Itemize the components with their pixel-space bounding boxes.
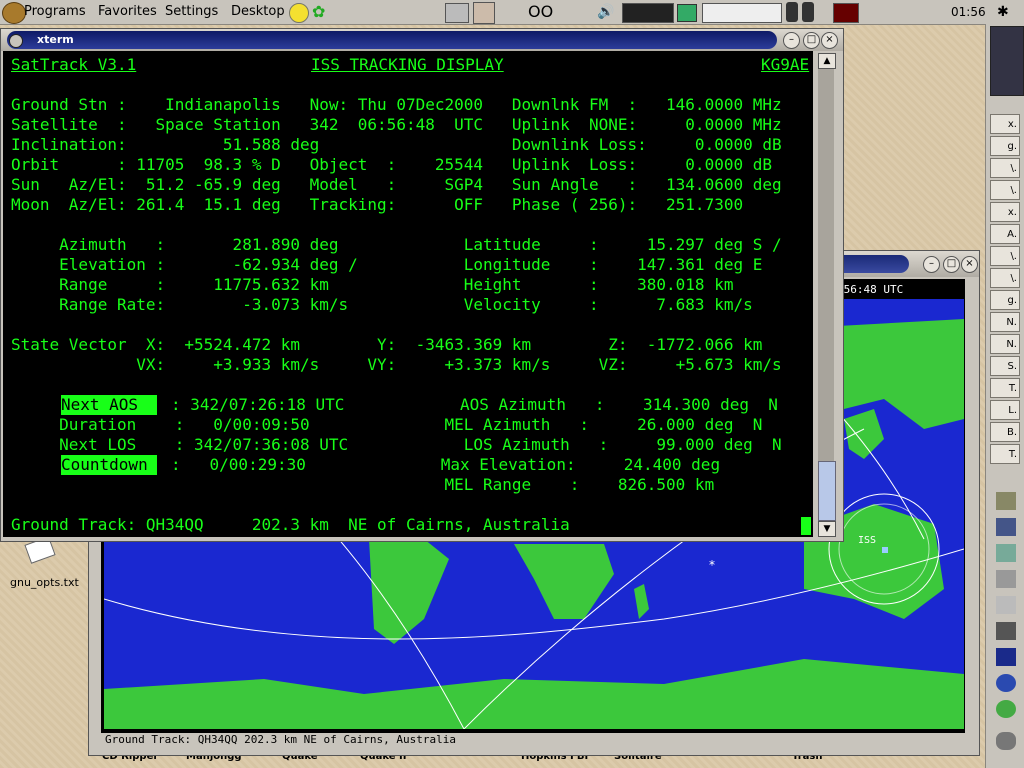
status-line-orbit: Orbit : 11705 98.3 % D Object : 25544 Up…	[11, 155, 772, 174]
map-ground-track-status: Ground Track: QH34QQ 202.3 km NE of Cair…	[105, 733, 456, 746]
xterm-window: xterm – □ × SatTrack V3.1 ISS TRACKING D…	[0, 28, 844, 542]
dock-task-4[interactable]: \.	[990, 180, 1020, 200]
position-line-range-rate: Range Rate: -3.073 km/s Velocity : 7.683…	[11, 295, 753, 314]
scroll-down-icon[interactable]: ▼	[818, 521, 836, 537]
next-los-line: Next LOS : 342/07:36:08 UTC LOS Azimuth …	[11, 435, 782, 454]
desktop-menu[interactable]: Desktop	[231, 4, 285, 19]
xterm-titlebar[interactable]: xterm – □ ×	[1, 29, 843, 51]
monitor-icon[interactable]	[677, 4, 697, 22]
desktop-icon-gnu-opts[interactable]: gnu_opts.txt	[10, 536, 79, 589]
scroll-up-icon[interactable]: ▲	[818, 53, 836, 69]
display-title: ISS TRACKING DISPLAY	[311, 55, 504, 74]
xterm-title-pill[interactable]	[7, 31, 777, 49]
launcher-icon-6[interactable]	[996, 622, 1016, 640]
status-line-moon: Moon Az/El: 261.4 15.1 deg Tracking: OFF…	[11, 195, 744, 214]
minimize-icon[interactable]: –	[923, 256, 940, 273]
bug-icon[interactable]: ✱	[997, 4, 1009, 20]
volume-icon[interactable]: 🔊	[597, 3, 615, 21]
window-menu-icon[interactable]	[9, 34, 23, 48]
countdown-label: Countdown	[61, 455, 158, 475]
dock-task-15[interactable]: B.	[990, 422, 1020, 442]
launcher-icon-9[interactable]	[996, 700, 1016, 718]
traffic-light-icon	[786, 2, 798, 22]
smiley-icon[interactable]	[289, 3, 309, 23]
dock-task-9[interactable]: g.	[990, 290, 1020, 310]
state-vector-velocity: VX: +3.933 km/s VY: +3.373 km/s VZ: +5.6…	[11, 355, 782, 374]
scrollbar-thumb[interactable]	[818, 461, 836, 521]
dock-task-1[interactable]: x.	[990, 114, 1020, 134]
launcher-icon-1[interactable]	[996, 492, 1016, 510]
next-aos-label: Next AOS	[61, 395, 158, 415]
scrollbar-track[interactable]	[818, 69, 834, 519]
dock-task-3[interactable]: \.	[990, 158, 1020, 178]
traffic-light-icon-2	[802, 2, 814, 22]
position-line-range: Range : 11775.632 km Height : 380.018 km	[11, 275, 734, 294]
status-line-ground-station: Ground Stn : Indianapolis Now: Thu 07Dec…	[11, 95, 782, 114]
launcher-icon-3[interactable]	[996, 544, 1016, 562]
maximize-icon[interactable]: □	[943, 256, 960, 273]
position-line-azimuth: Azimuth : 281.890 deg Latitude : 15.297 …	[11, 235, 782, 254]
state-vector-position: State Vector X: +5524.472 km Y: -3463.36…	[11, 335, 763, 354]
trash-icon[interactable]	[996, 732, 1016, 750]
pager-thumbnail[interactable]	[990, 26, 1024, 96]
status-line-satellite: Satellite : Space Station 342 06:56:48 U…	[11, 115, 782, 134]
dock-task-8[interactable]: \.	[990, 268, 1020, 288]
xterm-title: xterm	[37, 33, 74, 46]
settings-menu[interactable]: Settings	[165, 4, 218, 19]
callsign: KG9AE	[761, 55, 810, 74]
ground-track-line: Ground Track: QH34QQ 202.3 km NE of Cair…	[11, 515, 570, 534]
status-line-sun: Sun Az/El: 51.2 -65.9 deg Model : SGP4 S…	[11, 175, 782, 194]
dock-task-12[interactable]: S.	[990, 356, 1020, 376]
terminal-cursor	[801, 517, 811, 535]
dock-task-6[interactable]: A.	[990, 224, 1020, 244]
gnome-foot-icon[interactable]	[2, 2, 26, 24]
dock-task-13[interactable]: T.	[990, 378, 1020, 398]
dock-task-2[interactable]: g.	[990, 136, 1020, 156]
cpu-meter	[622, 3, 674, 23]
terminal-screen[interactable]: SatTrack V3.1 ISS TRACKING DISPLAY KG9AE…	[3, 51, 813, 537]
dock-task-16[interactable]: T.	[990, 444, 1020, 464]
dock-task-7[interactable]: \.	[990, 246, 1020, 266]
desktop-icon-label: gnu_opts.txt	[10, 576, 79, 589]
svg-text:*: *	[709, 558, 715, 572]
eyes-icon: OO	[528, 2, 554, 21]
dock-task-11[interactable]: N.	[990, 334, 1020, 354]
duration-line: Duration : 0/00:09:50 MEL Azimuth : 26.0…	[11, 415, 763, 434]
top-panel: Programs Favorites Settings Desktop ✿ OO…	[0, 0, 1024, 25]
countdown-line: : 0/00:29:30 Max Elevation: 24.400 deg	[171, 455, 721, 474]
load-meter	[702, 3, 782, 23]
map-time-readout: :56:48 UTC	[837, 283, 904, 296]
launcher-icon-5[interactable]	[996, 596, 1016, 614]
battery-icon	[833, 3, 859, 23]
next-aos-line: : 342/07:26:18 UTC AOS Azimuth : 314.300…	[171, 395, 778, 414]
flower-icon[interactable]: ✿	[312, 3, 330, 21]
program-title: SatTrack V3.1	[11, 55, 137, 74]
maximize-icon[interactable]: □	[803, 32, 820, 49]
panel-clock[interactable]: 01:56	[951, 5, 986, 19]
favorites-menu[interactable]: Favorites	[98, 4, 157, 19]
position-line-elevation: Elevation : -62.934 deg / Longitude : 14…	[11, 255, 763, 274]
launcher-icon-4[interactable]	[996, 570, 1016, 588]
printer-icon[interactable]	[445, 3, 469, 23]
dock-task-10[interactable]: N.	[990, 312, 1020, 332]
close-icon[interactable]: ×	[961, 256, 978, 273]
status-line-inclination: Inclination: 51.588 deg Downlink Loss: 0…	[11, 135, 782, 154]
close-icon[interactable]: ×	[821, 32, 838, 49]
right-dock: x. g. \. \. x. A. \. \. g. N. N. S. T. L…	[985, 24, 1024, 768]
minimize-icon[interactable]: –	[783, 32, 800, 49]
package-icon[interactable]	[473, 2, 495, 24]
terminal-scrollbar[interactable]: ▲ ▼	[816, 51, 838, 537]
launcher-icon-7[interactable]	[996, 648, 1016, 666]
launcher-icon-2[interactable]	[996, 518, 1016, 536]
mel-range-line: MEL Range : 826.500 km	[11, 475, 715, 494]
iss-marker-label: ISS	[858, 535, 876, 546]
launcher-icon-8[interactable]	[996, 674, 1016, 692]
dock-task-14[interactable]: L.	[990, 400, 1020, 420]
dock-task-5[interactable]: x.	[990, 202, 1020, 222]
programs-menu[interactable]: Programs	[24, 4, 86, 19]
